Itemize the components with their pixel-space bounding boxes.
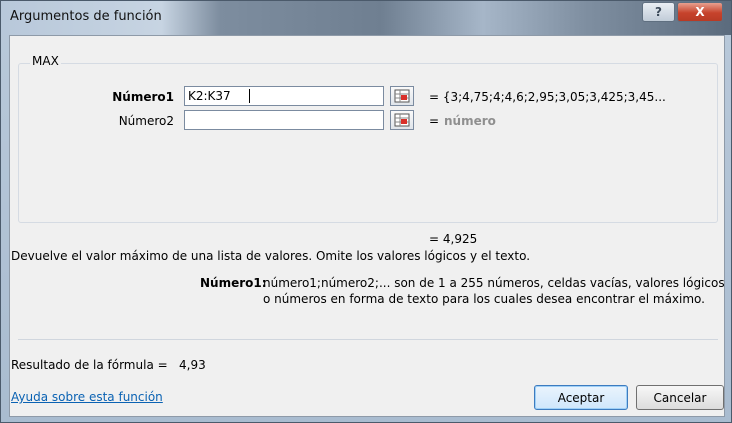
range-picker-button-numero1[interactable] [390, 86, 414, 106]
dialog-window: Argumentos de función ? X MAX Número1 = … [0, 0, 732, 423]
range-picker-button-numero2[interactable] [390, 110, 414, 130]
function-name-label: MAX [30, 54, 61, 68]
formula-result-value: 4,93 [179, 358, 206, 372]
function-help-link[interactable]: Ayuda sobre esta función [11, 390, 163, 404]
text-cursor [249, 89, 250, 103]
argument-help-line2: o números en forma de texto para los cua… [263, 292, 705, 306]
argument-input-numero2[interactable] [184, 110, 384, 130]
divider [18, 339, 718, 340]
argument-result-numero1: = {3;4,75;4;4,6;2,95;3,05;3,425;3,45... [429, 90, 666, 104]
argument-help-line1: número1;número2;... son de 1 a 255 númer… [263, 276, 725, 290]
argument-help-label: Número1: [200, 276, 267, 290]
close-button[interactable]: X [677, 2, 723, 22]
function-result: = 4,925 [429, 232, 478, 246]
accept-button[interactable]: Aceptar [534, 385, 628, 410]
argument-result-numero2: número [444, 114, 496, 128]
function-description: Devuelve el valor máximo de una lista de… [11, 249, 531, 263]
argument-equals-numero2: = [429, 114, 440, 128]
collapse-range-icon [394, 89, 410, 103]
argument-label-numero1: Número1 [112, 90, 174, 104]
title-bar[interactable]: Argumentos de función ? X [1, 1, 731, 35]
cancel-button[interactable]: Cancelar [636, 385, 724, 410]
dialog-title: Argumentos de función [10, 9, 162, 24]
argument-input-numero1[interactable] [184, 86, 384, 106]
collapse-range-icon [394, 113, 410, 127]
help-button[interactable]: ? [642, 2, 675, 22]
dialog-body: MAX Número1 = {3;4,75;4;4,6;2,95;3,05;3,… [9, 35, 725, 417]
argument-label-numero2: Número2 [118, 114, 174, 128]
formula-result-label: Resultado de la fórmula = [11, 358, 168, 372]
